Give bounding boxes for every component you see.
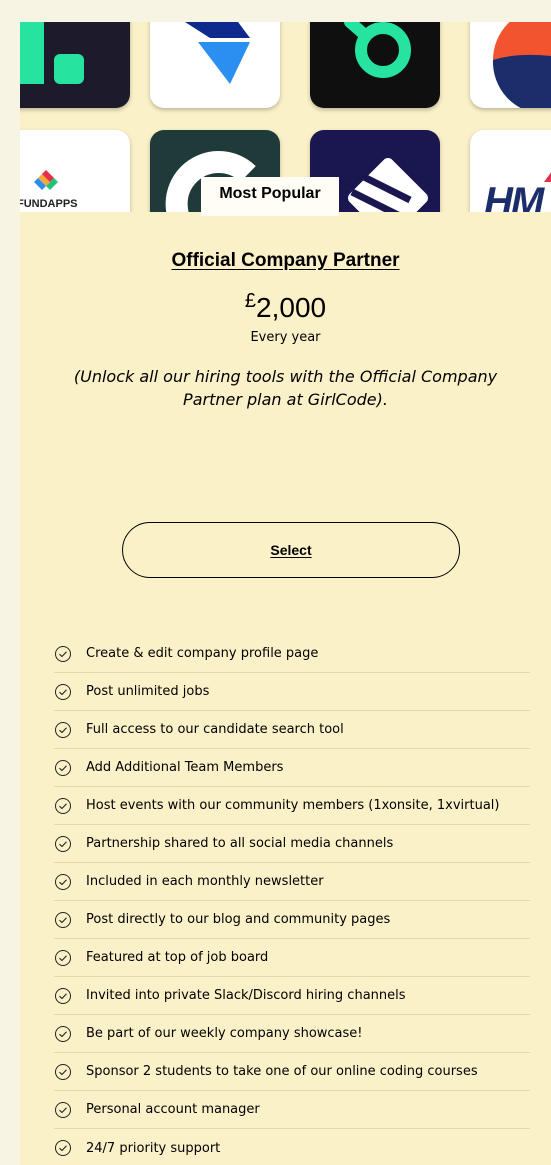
- feature-label: Post unlimited jobs: [86, 684, 210, 699]
- partner-logo-green-block-icon: [20, 22, 84, 84]
- price-amount: 2,000: [256, 292, 327, 323]
- partner-logo-tile: FUNDAPPS: [20, 130, 130, 212]
- check-circle-icon: [55, 1140, 71, 1156]
- currency-symbol: £: [244, 290, 257, 312]
- partner-logo-blue-arrow-icon: [185, 22, 250, 84]
- feature-item: Included in each monthly newsletter: [54, 863, 530, 901]
- check-circle-icon: [55, 645, 71, 662]
- card-top-edge: [20, 0, 551, 22]
- feature-label: Post directly to our blog and community …: [86, 912, 391, 927]
- plan-title: Official Company Partner: [171, 250, 400, 271]
- select-button[interactable]: Select: [122, 522, 460, 578]
- check-circle-icon: [55, 797, 71, 814]
- partner-logo-orange-circle-icon: [492, 22, 551, 108]
- feature-item: Featured at top of job board: [54, 939, 530, 977]
- fundapps-wordmark: FUNDAPPS: [20, 198, 78, 210]
- feature-label: Add Additional Team Members: [86, 760, 284, 775]
- check-circle-icon: [55, 1101, 71, 1118]
- feature-item: Full access to our candidate search tool: [54, 711, 530, 749]
- plan-price: £2,000: [20, 290, 551, 324]
- check-circle-icon: [55, 759, 71, 776]
- feature-item: Invited into private Slack/Discord hirin…: [54, 977, 530, 1015]
- feature-label: Included in each monthly newsletter: [86, 874, 324, 889]
- plan-description: (Unlock all our hiring tools with the Of…: [73, 367, 498, 409]
- feature-label: Partnership shared to all social media c…: [86, 836, 394, 851]
- feature-label: Host events with our community members (…: [86, 798, 500, 813]
- check-circle-icon: [55, 873, 71, 890]
- check-circle-icon: [55, 683, 71, 700]
- feature-label: 24/7 priority support: [86, 1140, 221, 1156]
- check-circle-icon: [55, 911, 71, 928]
- pricing-card: FUNDAPPS HM Most Popular Official Compan…: [20, 22, 551, 1165]
- feature-item: Post unlimited jobs: [54, 673, 530, 711]
- feature-item: Host events with our community members (…: [54, 787, 530, 825]
- feature-item: Be part of our weekly company showcase!: [54, 1015, 530, 1053]
- feature-label: Sponsor 2 students to take one of our on…: [86, 1064, 478, 1079]
- check-circle-icon: [55, 835, 71, 852]
- check-circle-icon: [55, 721, 71, 738]
- check-circle-icon: [55, 987, 71, 1004]
- partner-logo-tile: [150, 22, 280, 108]
- partner-logo-tile: [20, 22, 130, 108]
- check-circle-icon: [55, 1025, 71, 1042]
- feature-label: Create & edit company profile page: [86, 646, 319, 661]
- most-popular-badge: Most Popular: [201, 177, 339, 216]
- feature-label: Full access to our candidate search tool: [86, 722, 344, 737]
- feature-item: 24/7 priority support: [54, 1129, 530, 1165]
- feature-label: Personal account manager: [86, 1102, 260, 1117]
- feature-list: Create & edit company profile page Post u…: [54, 635, 530, 1165]
- partner-logo-green-circle-icon: [344, 22, 411, 78]
- feature-label: Featured at top of job board: [86, 950, 269, 965]
- feature-label: Be part of our weekly company showcase!: [86, 1026, 363, 1041]
- feature-item: Partnership shared to all social media c…: [54, 825, 530, 863]
- check-circle-icon: [55, 949, 71, 966]
- feature-label: Invited into private Slack/Discord hirin…: [86, 988, 406, 1003]
- feature-item: Create & edit company profile page: [54, 635, 530, 673]
- billing-period: Every year: [250, 330, 321, 345]
- partner-logo-tile: HM: [470, 130, 551, 212]
- feature-item: Personal account manager: [54, 1091, 530, 1129]
- partner-logo-red-stripe-icon: [544, 172, 551, 182]
- partner-logo-tile: [470, 22, 551, 108]
- partner-logo-tile: [310, 22, 440, 108]
- feature-item: Sponsor 2 students to take one of our on…: [54, 1053, 530, 1091]
- feature-item: Post directly to our blog and community …: [54, 901, 530, 939]
- check-circle-icon: [55, 1063, 71, 1080]
- feature-item: Add Additional Team Members: [54, 749, 530, 787]
